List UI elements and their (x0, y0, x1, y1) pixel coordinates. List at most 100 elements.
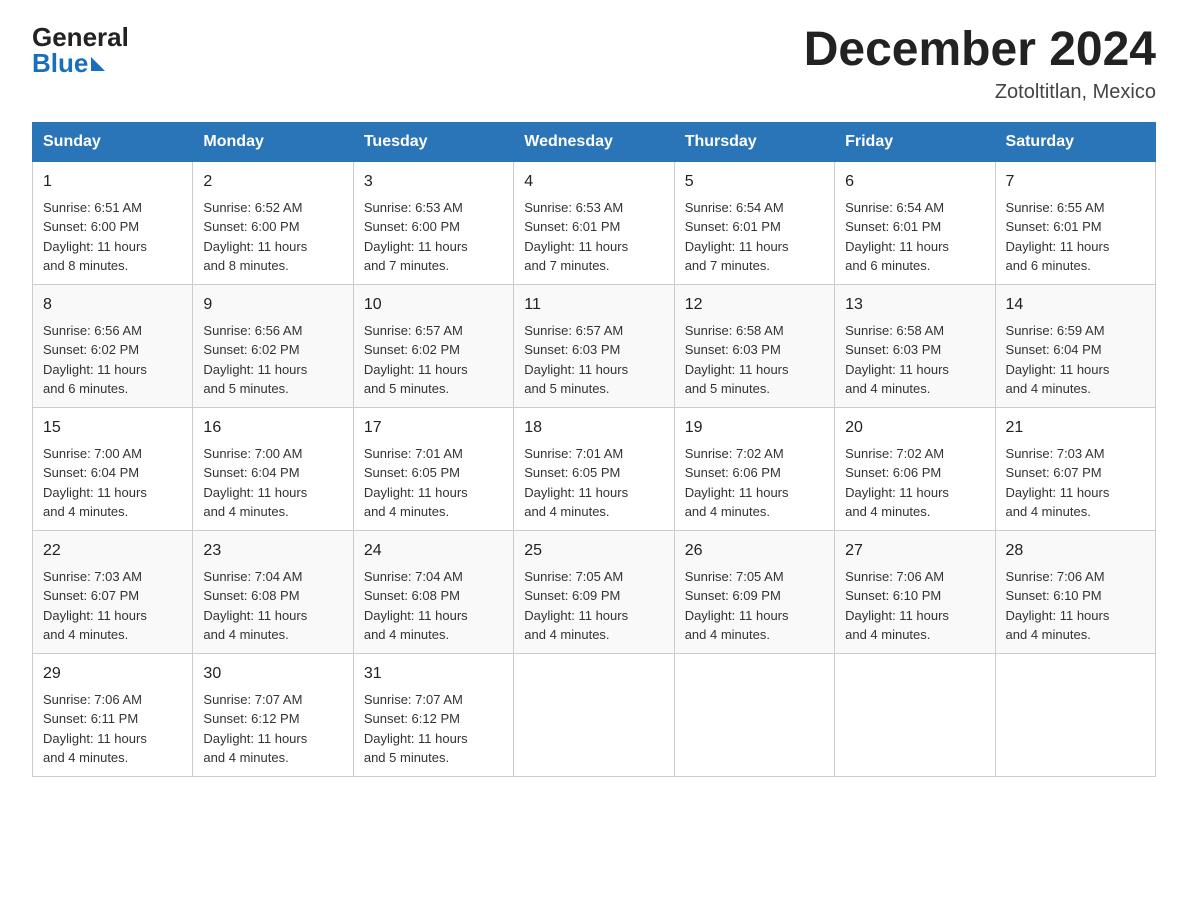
day-info: Sunrise: 7:06 AMSunset: 6:10 PMDaylight:… (845, 567, 984, 645)
col-header-friday: Friday (835, 122, 995, 161)
day-info: Sunrise: 6:57 AMSunset: 6:03 PMDaylight:… (524, 321, 663, 399)
day-number: 8 (43, 293, 182, 317)
calendar-week-row: 22 Sunrise: 7:03 AMSunset: 6:07 PMDaylig… (33, 530, 1156, 653)
day-info: Sunrise: 7:04 AMSunset: 6:08 PMDaylight:… (203, 567, 342, 645)
calendar-header-row: SundayMondayTuesdayWednesdayThursdayFrid… (33, 122, 1156, 161)
day-number: 13 (845, 293, 984, 317)
calendar-cell: 19 Sunrise: 7:02 AMSunset: 6:06 PMDaylig… (674, 407, 834, 530)
day-info: Sunrise: 6:53 AMSunset: 6:00 PMDaylight:… (364, 198, 503, 276)
day-info: Sunrise: 6:58 AMSunset: 6:03 PMDaylight:… (845, 321, 984, 399)
calendar-week-row: 29 Sunrise: 7:06 AMSunset: 6:11 PMDaylig… (33, 653, 1156, 776)
day-number: 22 (43, 539, 182, 563)
calendar-cell: 17 Sunrise: 7:01 AMSunset: 6:05 PMDaylig… (353, 407, 513, 530)
day-number: 17 (364, 416, 503, 440)
calendar-cell: 4 Sunrise: 6:53 AMSunset: 6:01 PMDayligh… (514, 161, 674, 284)
day-info: Sunrise: 7:00 AMSunset: 6:04 PMDaylight:… (43, 444, 182, 522)
day-number: 1 (43, 170, 182, 194)
day-number: 12 (685, 293, 824, 317)
calendar-cell: 15 Sunrise: 7:00 AMSunset: 6:04 PMDaylig… (33, 407, 193, 530)
day-info: Sunrise: 7:00 AMSunset: 6:04 PMDaylight:… (203, 444, 342, 522)
day-number: 2 (203, 170, 342, 194)
calendar-cell: 29 Sunrise: 7:06 AMSunset: 6:11 PMDaylig… (33, 653, 193, 776)
col-header-saturday: Saturday (995, 122, 1155, 161)
calendar-cell: 23 Sunrise: 7:04 AMSunset: 6:08 PMDaylig… (193, 530, 353, 653)
day-number: 6 (845, 170, 984, 194)
col-header-sunday: Sunday (33, 122, 193, 161)
logo: General Blue (32, 24, 129, 76)
day-number: 21 (1006, 416, 1145, 440)
day-number: 31 (364, 662, 503, 686)
col-header-thursday: Thursday (674, 122, 834, 161)
calendar-cell: 30 Sunrise: 7:07 AMSunset: 6:12 PMDaylig… (193, 653, 353, 776)
day-number: 15 (43, 416, 182, 440)
calendar-week-row: 15 Sunrise: 7:00 AMSunset: 6:04 PMDaylig… (33, 407, 1156, 530)
logo-line1: General (32, 24, 129, 50)
calendar-cell: 13 Sunrise: 6:58 AMSunset: 6:03 PMDaylig… (835, 284, 995, 407)
day-info: Sunrise: 7:03 AMSunset: 6:07 PMDaylight:… (1006, 444, 1145, 522)
logo-line2: Blue (32, 50, 105, 76)
day-number: 29 (43, 662, 182, 686)
day-info: Sunrise: 7:01 AMSunset: 6:05 PMDaylight:… (364, 444, 503, 522)
day-info: Sunrise: 7:02 AMSunset: 6:06 PMDaylight:… (845, 444, 984, 522)
day-info: Sunrise: 6:52 AMSunset: 6:00 PMDaylight:… (203, 198, 342, 276)
day-info: Sunrise: 6:54 AMSunset: 6:01 PMDaylight:… (845, 198, 984, 276)
calendar-cell (835, 653, 995, 776)
month-title: December 2024 (804, 24, 1156, 77)
title-block: December 2024 Zotoltitlan, Mexico (804, 24, 1156, 104)
day-info: Sunrise: 7:05 AMSunset: 6:09 PMDaylight:… (524, 567, 663, 645)
day-number: 4 (524, 170, 663, 194)
day-info: Sunrise: 7:05 AMSunset: 6:09 PMDaylight:… (685, 567, 824, 645)
day-number: 20 (845, 416, 984, 440)
calendar-cell: 22 Sunrise: 7:03 AMSunset: 6:07 PMDaylig… (33, 530, 193, 653)
day-info: Sunrise: 7:07 AMSunset: 6:12 PMDaylight:… (203, 690, 342, 768)
calendar-cell: 28 Sunrise: 7:06 AMSunset: 6:10 PMDaylig… (995, 530, 1155, 653)
day-info: Sunrise: 6:57 AMSunset: 6:02 PMDaylight:… (364, 321, 503, 399)
day-info: Sunrise: 6:59 AMSunset: 6:04 PMDaylight:… (1006, 321, 1145, 399)
day-info: Sunrise: 7:06 AMSunset: 6:10 PMDaylight:… (1006, 567, 1145, 645)
day-info: Sunrise: 6:51 AMSunset: 6:00 PMDaylight:… (43, 198, 182, 276)
calendar-cell: 7 Sunrise: 6:55 AMSunset: 6:01 PMDayligh… (995, 161, 1155, 284)
day-number: 24 (364, 539, 503, 563)
calendar-cell: 16 Sunrise: 7:00 AMSunset: 6:04 PMDaylig… (193, 407, 353, 530)
day-number: 7 (1006, 170, 1145, 194)
calendar-table: SundayMondayTuesdayWednesdayThursdayFrid… (32, 122, 1156, 777)
day-number: 16 (203, 416, 342, 440)
location-title: Zotoltitlan, Mexico (804, 81, 1156, 104)
day-number: 25 (524, 539, 663, 563)
day-number: 10 (364, 293, 503, 317)
day-number: 27 (845, 539, 984, 563)
calendar-cell: 21 Sunrise: 7:03 AMSunset: 6:07 PMDaylig… (995, 407, 1155, 530)
day-number: 9 (203, 293, 342, 317)
day-info: Sunrise: 6:56 AMSunset: 6:02 PMDaylight:… (43, 321, 182, 399)
calendar-cell (995, 653, 1155, 776)
col-header-wednesday: Wednesday (514, 122, 674, 161)
calendar-cell (674, 653, 834, 776)
day-info: Sunrise: 7:01 AMSunset: 6:05 PMDaylight:… (524, 444, 663, 522)
calendar-cell: 2 Sunrise: 6:52 AMSunset: 6:00 PMDayligh… (193, 161, 353, 284)
day-number: 18 (524, 416, 663, 440)
calendar-cell: 31 Sunrise: 7:07 AMSunset: 6:12 PMDaylig… (353, 653, 513, 776)
day-info: Sunrise: 7:02 AMSunset: 6:06 PMDaylight:… (685, 444, 824, 522)
day-info: Sunrise: 6:56 AMSunset: 6:02 PMDaylight:… (203, 321, 342, 399)
calendar-cell: 8 Sunrise: 6:56 AMSunset: 6:02 PMDayligh… (33, 284, 193, 407)
col-header-tuesday: Tuesday (353, 122, 513, 161)
day-number: 19 (685, 416, 824, 440)
day-info: Sunrise: 7:03 AMSunset: 6:07 PMDaylight:… (43, 567, 182, 645)
day-info: Sunrise: 7:07 AMSunset: 6:12 PMDaylight:… (364, 690, 503, 768)
calendar-cell (514, 653, 674, 776)
calendar-cell: 12 Sunrise: 6:58 AMSunset: 6:03 PMDaylig… (674, 284, 834, 407)
day-info: Sunrise: 6:53 AMSunset: 6:01 PMDaylight:… (524, 198, 663, 276)
day-number: 23 (203, 539, 342, 563)
day-info: Sunrise: 7:06 AMSunset: 6:11 PMDaylight:… (43, 690, 182, 768)
day-info: Sunrise: 6:55 AMSunset: 6:01 PMDaylight:… (1006, 198, 1145, 276)
day-number: 5 (685, 170, 824, 194)
day-number: 26 (685, 539, 824, 563)
page-header: General Blue December 2024 Zotoltitlan, … (32, 24, 1156, 104)
calendar-cell: 18 Sunrise: 7:01 AMSunset: 6:05 PMDaylig… (514, 407, 674, 530)
calendar-cell: 11 Sunrise: 6:57 AMSunset: 6:03 PMDaylig… (514, 284, 674, 407)
day-info: Sunrise: 7:04 AMSunset: 6:08 PMDaylight:… (364, 567, 503, 645)
calendar-week-row: 1 Sunrise: 6:51 AMSunset: 6:00 PMDayligh… (33, 161, 1156, 284)
calendar-cell: 10 Sunrise: 6:57 AMSunset: 6:02 PMDaylig… (353, 284, 513, 407)
calendar-cell: 6 Sunrise: 6:54 AMSunset: 6:01 PMDayligh… (835, 161, 995, 284)
day-number: 3 (364, 170, 503, 194)
